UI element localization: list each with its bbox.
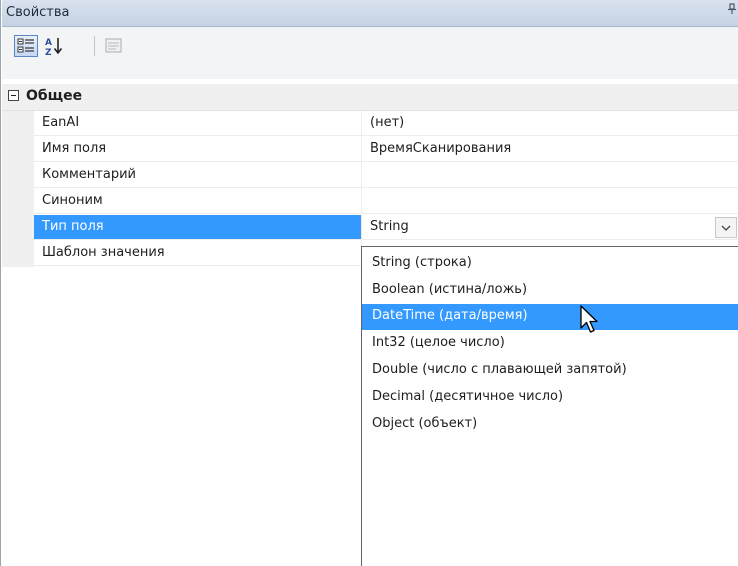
- property-row-synonym[interactable]: Синоним: [2, 189, 738, 215]
- dropdown-option[interactable]: Object (объект): [362, 412, 738, 438]
- dropdown-option-highlighted[interactable]: DateTime (дата/время): [362, 304, 738, 330]
- property-name: Комментарий: [34, 163, 361, 188]
- property-value[interactable]: ВремяСканирования: [362, 137, 738, 162]
- field-type-dropdown-list[interactable]: String (строка) Boolean (истина/ложь) Da…: [361, 246, 738, 566]
- category-label: Общее: [26, 88, 83, 104]
- properties-panel: Свойства A Z Общее EanAI (нет) Имя поля …: [0, 0, 738, 566]
- category-row-general[interactable]: Общее: [2, 84, 738, 111]
- property-row-field-type[interactable]: Тип поля String: [2, 215, 738, 241]
- sort-alphabetical-icon: A Z: [45, 38, 63, 57]
- property-name: Тип поля: [34, 215, 361, 240]
- panel-title-bar[interactable]: Свойства: [2, 0, 738, 27]
- dropdown-option[interactable]: String (строка): [362, 251, 738, 277]
- property-pages-button[interactable]: [102, 35, 126, 57]
- dropdown-option[interactable]: Boolean (истина/ложь): [362, 278, 738, 304]
- dropdown-option[interactable]: Double (число с плавающей запятой): [362, 358, 738, 384]
- dropdown-button[interactable]: [715, 217, 737, 238]
- sort-alphabetical-button[interactable]: A Z: [42, 35, 66, 57]
- pin-icon[interactable]: [727, 3, 737, 18]
- property-row-eanai[interactable]: EanAI (нет): [2, 111, 738, 137]
- mouse-pointer-icon: [580, 305, 598, 333]
- property-row-field-name[interactable]: Имя поля ВремяСканирования: [2, 137, 738, 163]
- svg-text:Z: Z: [45, 48, 52, 57]
- toolbar-separator: [94, 36, 95, 56]
- property-value[interactable]: [362, 163, 738, 188]
- categorized-view-button[interactable]: [14, 35, 38, 57]
- property-row-comment[interactable]: Комментарий: [2, 163, 738, 189]
- svg-text:A: A: [45, 38, 52, 48]
- property-value[interactable]: (нет): [362, 111, 738, 136]
- property-name: Имя поля: [34, 137, 361, 162]
- field-type-combobox[interactable]: String: [362, 215, 738, 240]
- property-name: Шаблон значения: [34, 241, 361, 266]
- properties-toolbar: A Z: [2, 27, 738, 79]
- property-pages-icon: [105, 38, 122, 53]
- chevron-down-icon: [721, 225, 731, 231]
- property-value[interactable]: [362, 189, 738, 214]
- collapse-icon[interactable]: [8, 90, 19, 101]
- property-name: EanAI: [34, 111, 361, 136]
- property-name: Синоним: [34, 189, 361, 214]
- panel-title: Свойства: [6, 5, 70, 20]
- dropdown-option[interactable]: Decimal (десятичное число): [362, 385, 738, 411]
- categorized-view-icon: [17, 38, 34, 53]
- dropdown-option[interactable]: Int32 (целое число): [362, 331, 738, 357]
